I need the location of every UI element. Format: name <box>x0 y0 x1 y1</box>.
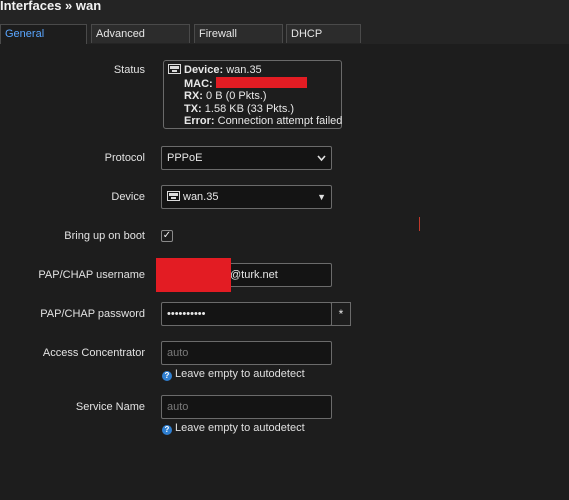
dropdown-arrow-icon: ▼ <box>317 192 326 202</box>
protocol-label: Protocol <box>104 152 145 164</box>
bring-up-on-boot-checkbox[interactable]: ✓ <box>161 230 173 242</box>
network-port-icon <box>167 191 180 201</box>
reveal-password-button[interactable]: * <box>331 302 351 326</box>
ac-placeholder: auto <box>167 347 189 359</box>
mac-redaction <box>215 76 307 88</box>
username-suffix: @turk.net <box>230 269 278 281</box>
tab-dhcp-server[interactable]: DHCP Server <box>286 24 361 59</box>
service-hint: ? Leave empty to autodetect <box>162 422 305 435</box>
network-port-icon <box>168 64 181 74</box>
service-label: Service Name <box>75 401 145 413</box>
service-hint-text: Leave empty to autodetect <box>175 422 305 434</box>
password-value: •••••••••• <box>167 308 206 320</box>
device-select[interactable]: wan.35 ▼ <box>161 185 332 209</box>
page-title: Interfaces » wan <box>0 0 102 13</box>
error-value: Connection attempt failed <box>217 115 343 127</box>
ac-hint: ? Leave empty to autodetect <box>162 368 305 381</box>
help-icon: ? <box>162 425 172 435</box>
device-label: Device <box>111 191 145 203</box>
device-value: wan.35 <box>226 64 262 76</box>
username-redaction <box>156 258 231 292</box>
mac-key: MAC: <box>184 77 213 90</box>
tab-general-settings[interactable]: General Settings <box>0 24 87 59</box>
device-key: Device: <box>184 64 224 76</box>
username-label: PAP/CHAP username <box>38 269 145 281</box>
rx-value: 0 B (0 Pkts.) <box>206 90 267 102</box>
device-value: wan.35 <box>183 191 219 203</box>
ac-hint-text: Leave empty to autodetect <box>175 368 305 380</box>
tx-key: TX: <box>184 102 202 115</box>
service-name-input[interactable]: auto <box>161 395 332 419</box>
tx-value: 1.58 KB (33 Pkts.) <box>204 102 295 115</box>
tab-bar: General Settings Advanced Settings Firew… <box>0 24 569 59</box>
status-box: Device: wan.35 MAC: RX: 0 B (0 Pkts.) TX… <box>163 60 342 129</box>
tab-firewall-settings[interactable]: Firewall Settings <box>194 24 283 59</box>
chevron-down-icon <box>317 147 326 177</box>
boot-label: Bring up on boot <box>64 230 145 242</box>
service-placeholder: auto <box>167 401 189 413</box>
help-icon: ? <box>162 371 172 381</box>
cursor-marker <box>419 217 420 231</box>
status-label: Status <box>113 64 145 76</box>
rx-key: RX: <box>184 90 203 102</box>
protocol-value: PPPoE <box>167 152 203 164</box>
protocol-select[interactable]: PPPoE <box>161 146 332 170</box>
password-label: PAP/CHAP password <box>40 308 145 320</box>
error-key: Error: <box>184 115 215 127</box>
tab-advanced-settings[interactable]: Advanced Settings <box>91 24 190 59</box>
access-concentrator-input[interactable]: auto <box>161 341 332 365</box>
password-field[interactable]: •••••••••• <box>161 302 332 326</box>
ac-label: Access Concentrator <box>42 347 145 359</box>
